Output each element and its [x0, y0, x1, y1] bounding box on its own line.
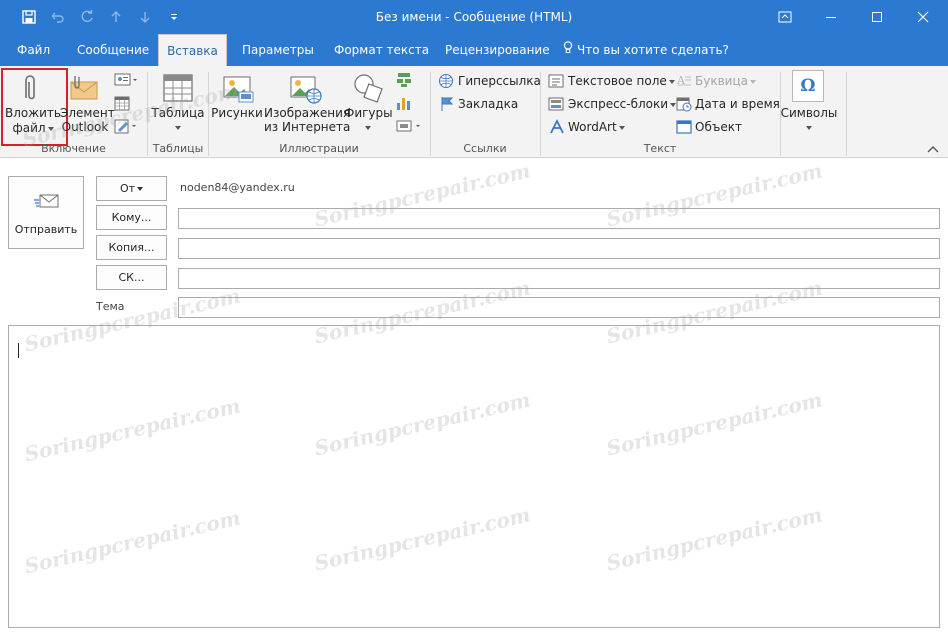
bcc-field[interactable]	[178, 268, 940, 289]
save-icon[interactable]	[14, 0, 43, 34]
symbols-button[interactable]: Символы	[778, 106, 840, 134]
cc-field[interactable]	[178, 238, 940, 259]
tab-insert[interactable]: Вставка	[158, 34, 227, 66]
from-label: От	[119, 182, 136, 195]
symbols-label: Символы	[780, 106, 838, 120]
hyperlink-button[interactable]: Гиперссылка	[458, 74, 541, 88]
group-label-links: Ссылки	[463, 142, 507, 155]
message-body[interactable]	[8, 325, 940, 628]
tab-file[interactable]: Файл	[17, 34, 50, 66]
group-label-text: Текст	[643, 142, 677, 155]
highlight-box	[1, 68, 68, 146]
online-pictures-label-line1: Изображения	[264, 106, 351, 120]
dropcap-label: Буквица	[695, 74, 748, 88]
chevron-down-icon	[365, 125, 371, 130]
omega-icon: Ω	[792, 70, 824, 102]
bookmark-icon	[440, 96, 454, 115]
wordart-label: WordArt	[568, 120, 617, 134]
date-time-icon	[676, 96, 692, 115]
shapes-button[interactable]: Фигуры	[344, 106, 393, 134]
group-label-illustrations: Иллюстрации	[279, 142, 359, 155]
collapse-ribbon-icon[interactable]	[926, 143, 940, 155]
chart-icon[interactable]	[396, 95, 412, 114]
tab-format-text[interactable]: Формат текста	[334, 34, 429, 66]
quick-parts-label: Экспресс-блоки	[568, 97, 669, 111]
chevron-down-icon	[137, 187, 144, 191]
chevron-down-icon	[806, 125, 812, 130]
arrow-down-icon[interactable]	[130, 0, 159, 34]
pictures-icon	[223, 74, 255, 107]
online-pictures-label-line2: из Интернета	[264, 120, 351, 134]
smartart-icon[interactable]	[396, 72, 412, 91]
wordart-icon	[549, 118, 565, 138]
quick-parts-icon	[548, 96, 564, 115]
customize-qat-icon[interactable]	[159, 0, 188, 34]
group-separator	[846, 72, 847, 156]
maximize-icon[interactable]	[854, 0, 900, 34]
redo-icon[interactable]	[72, 0, 101, 34]
outlook-item-button[interactable]: Элемент Outlook	[60, 106, 115, 134]
business-card-icon[interactable]	[114, 72, 138, 91]
signature-icon[interactable]	[114, 118, 138, 137]
bookmark-button[interactable]: Закладка	[458, 97, 518, 111]
send-label: Отправить	[14, 223, 78, 236]
text-cursor	[18, 343, 19, 358]
group-label-tables: Таблицы	[152, 142, 204, 155]
tab-message[interactable]: Сообщение	[77, 34, 149, 66]
calendar-icon[interactable]	[114, 95, 130, 114]
online-pictures-icon	[290, 74, 322, 107]
undo-icon[interactable]	[43, 0, 72, 34]
date-time-button[interactable]: Дата и время	[695, 97, 780, 111]
screenshot-icon[interactable]	[396, 118, 424, 137]
bcc-button[interactable]: СК...	[96, 265, 167, 290]
shapes-label: Фигуры	[344, 106, 393, 120]
shapes-icon	[352, 72, 384, 107]
send-button[interactable]: Отправить	[8, 176, 84, 249]
chevron-down-icon	[618, 125, 625, 130]
quick-parts-button[interactable]: Экспресс-блоки	[568, 97, 677, 111]
to-button[interactable]: Кому...	[96, 205, 167, 230]
quick-access-toolbar	[14, 0, 188, 34]
table-label: Таблица	[151, 106, 205, 120]
table-button[interactable]: Таблица	[150, 106, 206, 134]
tab-options[interactable]: Параметры	[242, 34, 314, 66]
online-pictures-button[interactable]: Изображения из Интернета	[264, 106, 351, 134]
object-icon	[676, 119, 692, 138]
to-field[interactable]	[178, 208, 940, 229]
lightbulb-icon	[563, 34, 573, 67]
cc-button[interactable]: Копия...	[96, 235, 167, 260]
textbox-icon	[548, 73, 564, 92]
pictures-button[interactable]: Рисунки	[210, 106, 264, 120]
subject-label: Тема	[96, 300, 125, 313]
dropcap-icon: A	[676, 73, 692, 92]
tell-me-text: Что вы хотите сделать?	[577, 43, 729, 57]
close-icon[interactable]	[900, 0, 946, 34]
from-button[interactable]: От	[96, 176, 167, 201]
send-icon	[34, 191, 60, 214]
chevron-down-icon	[175, 125, 181, 130]
arrow-up-icon[interactable]	[101, 0, 130, 34]
tell-me-box[interactable]: Что вы хотите сделать?	[563, 34, 729, 66]
outlook-item-label-line2: Outlook	[61, 120, 109, 134]
chevron-down-icon	[668, 79, 675, 84]
textbox-label: Текстовое поле	[568, 74, 667, 88]
wordart-button[interactable]: WordArt	[568, 120, 625, 134]
dropcap-button[interactable]: Буквица	[695, 74, 756, 88]
title-bar: Без имени - Сообщение (HTML)	[0, 0, 948, 34]
chevron-down-icon	[749, 79, 756, 84]
outlook-item-icon	[69, 72, 99, 105]
outlook-item-label-line1: Элемент	[60, 106, 115, 120]
subject-field[interactable]	[178, 297, 940, 318]
table-icon	[163, 74, 193, 105]
object-button[interactable]: Объект	[695, 120, 742, 134]
textbox-button[interactable]: Текстовое поле	[568, 74, 675, 88]
from-address: noden84@yandex.ru	[180, 181, 295, 194]
group-label-include: Включение	[41, 142, 106, 155]
minimize-icon[interactable]	[808, 0, 854, 34]
tab-review[interactable]: Рецензирование	[445, 34, 550, 66]
hyperlink-icon	[438, 73, 454, 92]
ribbon-display-options-icon[interactable]	[762, 0, 808, 34]
ribbon-tabs: Файл Сообщение Вставка Параметры Формат …	[0, 34, 948, 66]
